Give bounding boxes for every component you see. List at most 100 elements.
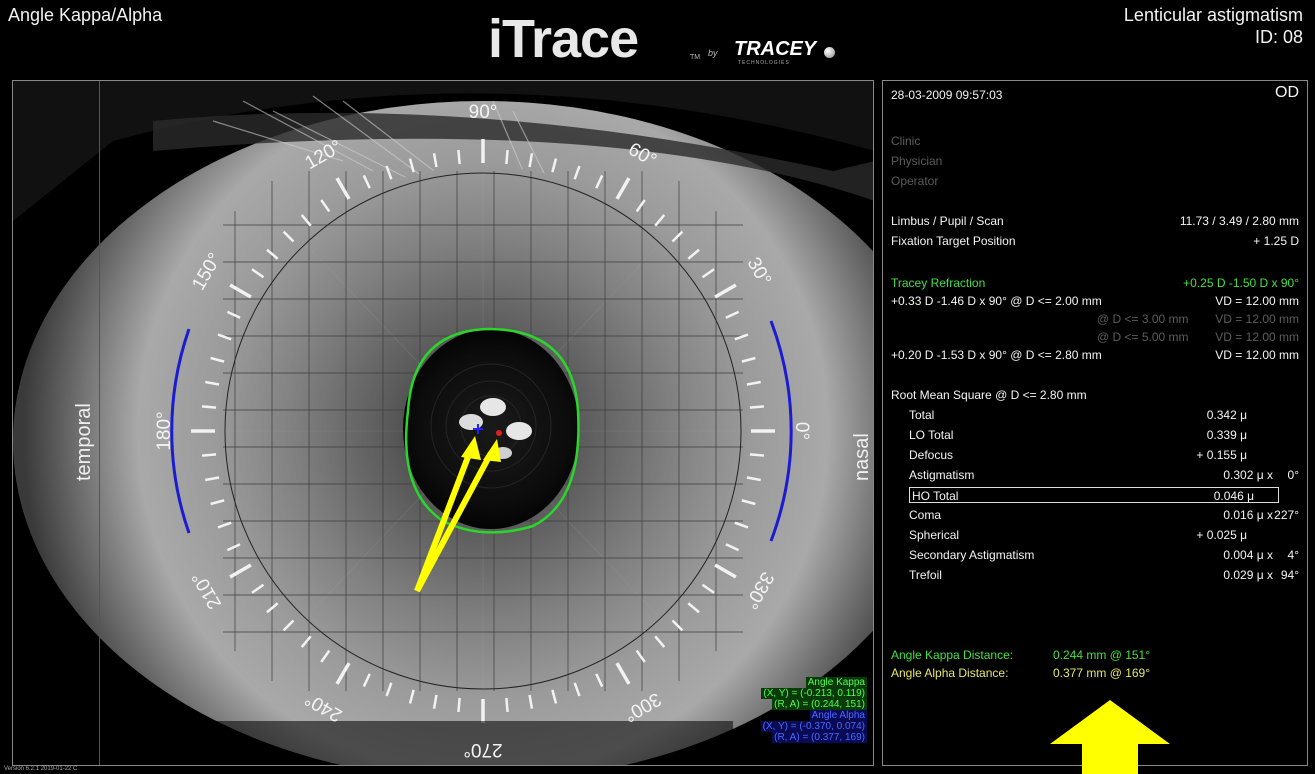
rms-axis: 94° xyxy=(1280,568,1299,582)
results-panel: 28-03-2009 09:57:03 OD Clinic Physician … xyxy=(882,80,1308,766)
rms-value: 0.016 μ x xyxy=(1223,508,1273,522)
legend-alpha-xy: (X, Y) = (-0.370, 0.074) xyxy=(760,721,867,732)
physician-label: Physician xyxy=(891,154,943,168)
rms-name: Coma xyxy=(909,508,942,522)
fixation-row: Fixation Target Position + 1.25 D xyxy=(891,233,1299,249)
fixation-label: Fixation Target Position xyxy=(891,234,1016,248)
degree-tick xyxy=(505,697,509,713)
window-title: Angle Kappa/Alpha xyxy=(8,5,163,25)
eye-side: OD xyxy=(1275,84,1299,101)
refraction-row-1: +0.33 D -1.46 D x 90° @ D <= 2.00 mm VD … xyxy=(891,293,1299,309)
rms-axis: 227° xyxy=(1274,508,1299,522)
refraction-value: +0.25 D -1.50 D x 90° xyxy=(1183,276,1299,290)
rms-row: Secondary Astigmatism 0.004 μ x 4° xyxy=(909,547,1299,563)
rms-value: + 0.025 μ xyxy=(1196,528,1247,542)
rms-value: 0.339 μ xyxy=(1206,428,1247,442)
kappa-distance-row: Angle Kappa Distance: 0.244 mm @ 151° xyxy=(891,647,1299,663)
kappa-distance-value: 0.244 mm @ 151° xyxy=(1053,648,1151,662)
logo-by: by xyxy=(708,48,718,58)
corneal-vertex-marker xyxy=(496,430,502,436)
rms-value: 0.302 μ x xyxy=(1223,468,1273,482)
operator-label: Operator xyxy=(891,174,939,188)
rms-value: 0.342 μ xyxy=(1206,408,1247,422)
angle-legend: Angle Kappa (X, Y) = (-0.213, 0.119) (R,… xyxy=(760,677,867,743)
exam-datetime: 28-03-2009 09:57:03 xyxy=(891,88,1003,102)
degree-label: 0° xyxy=(791,422,812,440)
degree-tick xyxy=(201,453,217,457)
refraction-row-3-right: VD = 12.00 mm xyxy=(1215,330,1299,344)
exam-info: Lenticular astigmatism ID: 08 xyxy=(1124,4,1303,48)
legend-alpha-ra: (R, A) = (0.377, 169) xyxy=(772,732,867,743)
rms-name: LO Total xyxy=(909,428,954,442)
rms-name: Secondary Astigmatism xyxy=(909,548,1035,562)
limbus-pupil-scan-row: Limbus / Pupil / Scan 11.73 / 3.49 / 2.8… xyxy=(891,213,1299,229)
logo-tracey-text: TRACEY xyxy=(734,38,817,60)
big-arrow-up-icon xyxy=(1050,700,1170,774)
logo-technologies-text: TECHNOLOGIES xyxy=(738,60,790,66)
alpha-distance-value: 0.377 mm @ 169° xyxy=(1053,666,1151,680)
degree-label: 270° xyxy=(463,739,502,760)
legend-alpha-title: Angle Alpha xyxy=(809,710,867,721)
patient-id: ID: 08 xyxy=(1254,27,1303,47)
fixation-value: + 1.25 D xyxy=(1253,234,1299,248)
alpha-distance-label: Angle Alpha Distance: xyxy=(891,666,1009,680)
tracey-refraction-row: Tracey Refraction +0.25 D -1.50 D x 90° xyxy=(891,275,1299,291)
refraction-row-2: @ D <= 3.00 mm VD = 12.00 mm xyxy=(891,311,1299,327)
refraction-row-4: +0.20 D -1.53 D x 90° @ D <= 2.80 mm VD … xyxy=(891,347,1299,363)
rms-name: HO Total xyxy=(912,489,959,503)
purkinje-reflection-1 xyxy=(480,398,506,416)
refraction-row-4-left: +0.20 D -1.53 D x 90° @ D <= 2.80 mm xyxy=(891,348,1102,362)
kappa-distance-label: Angle Kappa Distance: xyxy=(891,648,1014,662)
rms-name: Defocus xyxy=(909,448,954,462)
logo-tm: TM xyxy=(690,54,701,61)
rms-row: Defocus + 0.155 μ xyxy=(909,447,1299,463)
alpha-distance-row: Angle Alpha Distance: 0.377 mm @ 169° xyxy=(891,665,1299,681)
degree-label: 180° xyxy=(154,411,175,450)
logo-dot-icon xyxy=(824,47,835,58)
rms-name: Astigmatism xyxy=(909,468,975,482)
legend-kappa-title: Angle Kappa xyxy=(805,677,867,688)
degree-tick xyxy=(457,697,461,713)
degree-label: 90° xyxy=(469,102,498,123)
lps-value: 11.73 / 3.49 / 2.80 mm xyxy=(1179,214,1299,228)
frame-divider xyxy=(99,81,100,765)
itrace-logo: iTrace TM by TRACEY TECHNOLOGIES xyxy=(488,9,848,69)
lps-label: Limbus / Pupil / Scan xyxy=(891,214,1004,228)
rms-row: Total 0.342 μ xyxy=(909,407,1299,423)
refraction-row-3-left: @ D <= 5.00 mm xyxy=(1097,330,1189,344)
diagnosis-label: Lenticular astigmatism xyxy=(1123,5,1303,25)
legend-kappa-ra: (R, A) = (0.244, 151) xyxy=(772,699,867,710)
clinic-label: Clinic xyxy=(891,134,921,148)
degree-tick xyxy=(201,405,217,409)
degree-tick xyxy=(749,405,765,409)
purkinje-reflection-2 xyxy=(459,414,483,430)
eye-image-view[interactable]: 90° 60° 30° 0° 330° 300° 270° 240° 210° 180° 150° 1… xyxy=(12,80,874,766)
header-bar: Angle Kappa/Alpha iTrace TM by TRACEY TE… xyxy=(0,0,1315,78)
degree-tick xyxy=(457,149,461,165)
refraction-row-1-right: VD = 12.00 mm xyxy=(1215,294,1299,308)
refraction-row-3: @ D <= 5.00 mm VD = 12.00 mm xyxy=(891,329,1299,345)
rms-axis: 4° xyxy=(1287,548,1299,562)
rms-row: Spherical + 0.025 μ xyxy=(909,527,1299,543)
temporal-label: temporal xyxy=(73,403,95,481)
version-label: Version 6.2.1 2019-01-22 C xyxy=(4,766,78,772)
rms-name: Total xyxy=(909,408,935,422)
exam-datetime-row: 28-03-2009 09:57:03 OD xyxy=(891,84,1299,103)
refraction-row-2-left: @ D <= 3.00 mm xyxy=(1097,312,1189,326)
degree-tick xyxy=(749,453,765,457)
purkinje-reflection-3 xyxy=(506,422,532,440)
nasal-label: nasal xyxy=(851,433,873,481)
rms-axis: 0° xyxy=(1287,468,1299,482)
rms-value: 0.004 μ x xyxy=(1223,548,1273,562)
rms-value: 0.046 μ xyxy=(1213,489,1254,503)
rms-value: 0.029 μ x xyxy=(1223,568,1273,582)
rms-name: Spherical xyxy=(909,528,960,542)
rms-row: Trefoil 0.029 μ x 94° xyxy=(909,567,1299,583)
rms-value: + 0.155 μ xyxy=(1196,448,1247,462)
refraction-row-1-left: +0.33 D -1.46 D x 90° @ D <= 2.00 mm xyxy=(891,294,1102,308)
rms-row: LO Total 0.339 μ xyxy=(909,427,1299,443)
rms-name: Trefoil xyxy=(909,568,942,582)
rms-row-highlighted[interactable]: HO Total 0.046 μ xyxy=(909,487,1279,503)
legend-kappa-xy: (X, Y) = (-0.213, 0.119) xyxy=(761,688,867,699)
refraction-row-4-right: VD = 12.00 mm xyxy=(1215,348,1299,362)
